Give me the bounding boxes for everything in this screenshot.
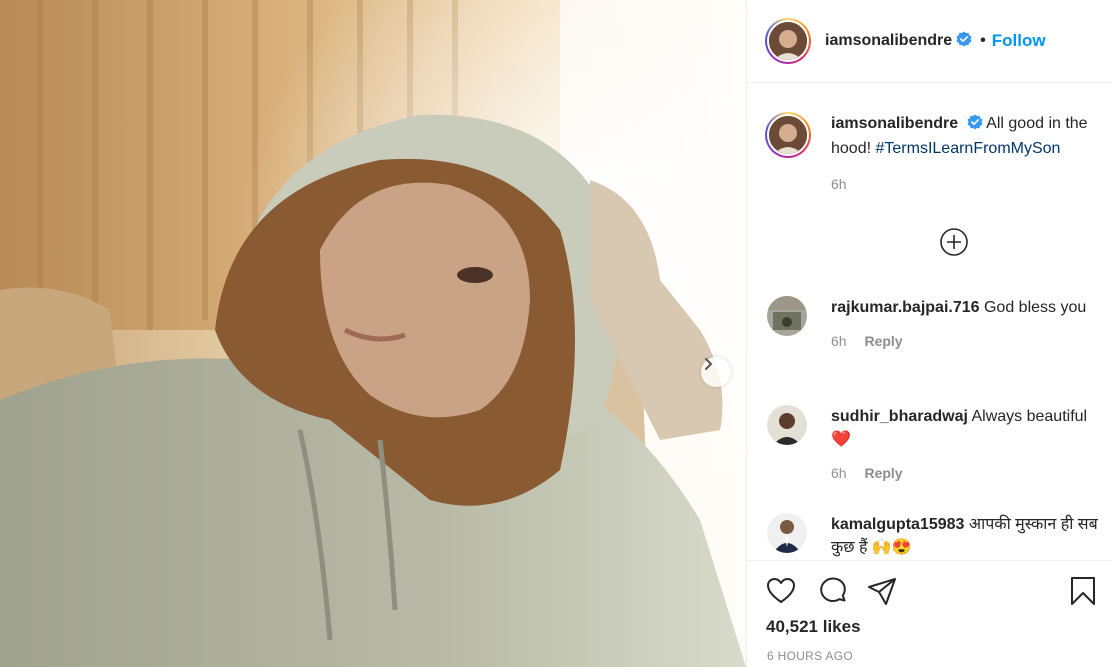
- follow-button[interactable]: Follow: [992, 31, 1046, 51]
- comment-timestamp[interactable]: 6h: [831, 333, 847, 349]
- post-age[interactable]: 6 HOURS AGO: [767, 649, 853, 663]
- like-button[interactable]: [765, 575, 797, 612]
- caption-author-avatar[interactable]: [765, 112, 811, 158]
- comment-body: rajkumar.bajpai.716 God bless you 6h Rep…: [831, 296, 1101, 353]
- load-more-comments-button[interactable]: [939, 227, 969, 257]
- comment-button[interactable]: [817, 575, 849, 612]
- paper-plane-icon: [868, 578, 896, 605]
- heart-icon: [767, 578, 795, 603]
- post-photo[interactable]: [0, 0, 746, 667]
- save-button[interactable]: [1067, 575, 1099, 612]
- author-username[interactable]: iamsonalibendre: [825, 32, 952, 50]
- commenter-username[interactable]: rajkumar.bajpai.716: [831, 299, 980, 316]
- commenter-avatar[interactable]: [767, 296, 807, 336]
- chevron-right-icon: [705, 358, 712, 370]
- commenter-avatar[interactable]: [767, 513, 807, 553]
- post-caption: iamsonalibendre All good in the hood! #T…: [765, 112, 1105, 196]
- author-avatar[interactable]: [765, 18, 811, 64]
- caption-username[interactable]: iamsonalibendre: [831, 115, 958, 132]
- post-header: iamsonalibendre • Follow: [747, 0, 1112, 83]
- bookmark-icon: [1071, 577, 1095, 605]
- comment-body: sudhir_bharadwaj Always beautiful❤️ 6h R…: [831, 405, 1101, 485]
- plus-circle-icon: [940, 228, 968, 256]
- post-sidebar: iamsonalibendre • Follow iamsonalibendre: [746, 0, 1112, 667]
- reply-button[interactable]: Reply: [864, 465, 902, 481]
- comment-item: rajkumar.bajpai.716 God bless you 6h Rep…: [767, 296, 1107, 353]
- comment-item: kamalgupta15983 आपकी मुस्कान ही सब कुछ ह…: [767, 513, 1107, 559]
- avatar-image: [769, 22, 807, 60]
- commenter-username[interactable]: sudhir_bharadwaj: [831, 408, 968, 425]
- comment-text: God bless you: [983, 299, 1087, 316]
- commenter-username[interactable]: kamalgupta15983: [831, 516, 964, 533]
- post-photo-illustration: [0, 0, 746, 667]
- verified-badge-icon: [967, 114, 983, 137]
- avatar-image: [769, 116, 807, 154]
- verified-badge-icon: [956, 31, 972, 52]
- comment-icon: [820, 577, 846, 602]
- caption-hashtag-link[interactable]: #TermsILearnFromMySon: [876, 140, 1061, 157]
- commenter-avatar[interactable]: [767, 405, 807, 445]
- separator-dot: •: [980, 32, 986, 49]
- share-button[interactable]: [866, 575, 898, 612]
- comment-body: kamalgupta15983 आपकी मुस्कान ही सब कुछ ह…: [831, 513, 1101, 559]
- caption-body: iamsonalibendre All good in the hood! #T…: [831, 112, 1105, 196]
- comment-meta: 6h Reply: [831, 330, 1101, 353]
- carousel-next-button[interactable]: [701, 357, 731, 387]
- comment-timestamp[interactable]: 6h: [831, 465, 847, 481]
- comment-item: sudhir_bharadwaj Always beautiful❤️ 6h R…: [767, 405, 1107, 485]
- reply-button[interactable]: Reply: [864, 333, 902, 349]
- likes-count[interactable]: 40,521 likes: [766, 617, 861, 637]
- caption-timestamp[interactable]: 6h: [831, 173, 1105, 196]
- comment-meta: 6h Reply: [831, 462, 1101, 485]
